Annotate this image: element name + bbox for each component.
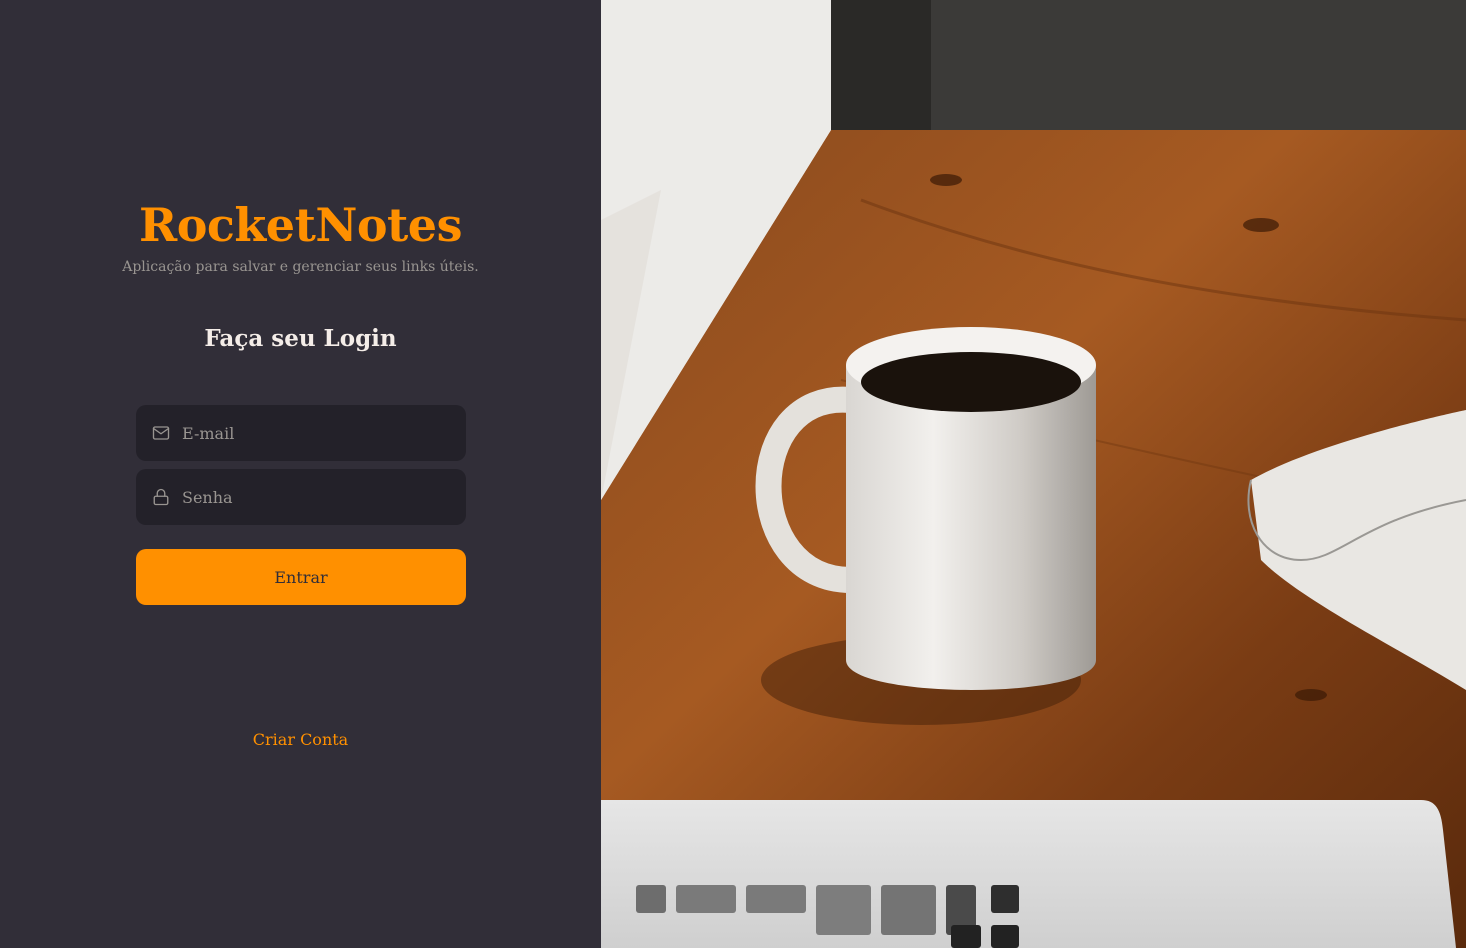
lock-icon [152, 488, 170, 506]
brand-tagline: Aplicação para salvar e gerenciar seus l… [122, 259, 479, 275]
email-field[interactable] [136, 405, 466, 461]
password-input[interactable] [182, 487, 442, 507]
login-panel: RocketNotes Aplicação para salvar e gere… [0, 0, 601, 948]
email-input[interactable] [182, 423, 442, 443]
create-account-container: Criar Conta [0, 730, 601, 749]
password-field[interactable] [136, 469, 466, 525]
login-heading: Faça seu Login [204, 325, 397, 352]
hero-image [601, 0, 1466, 948]
login-button[interactable]: Entrar [136, 549, 466, 605]
create-account-link[interactable]: Criar Conta [253, 730, 348, 749]
coffee-desk-photo [601, 0, 1466, 948]
brand-title: RocketNotes [139, 198, 462, 252]
mail-icon [152, 424, 170, 442]
